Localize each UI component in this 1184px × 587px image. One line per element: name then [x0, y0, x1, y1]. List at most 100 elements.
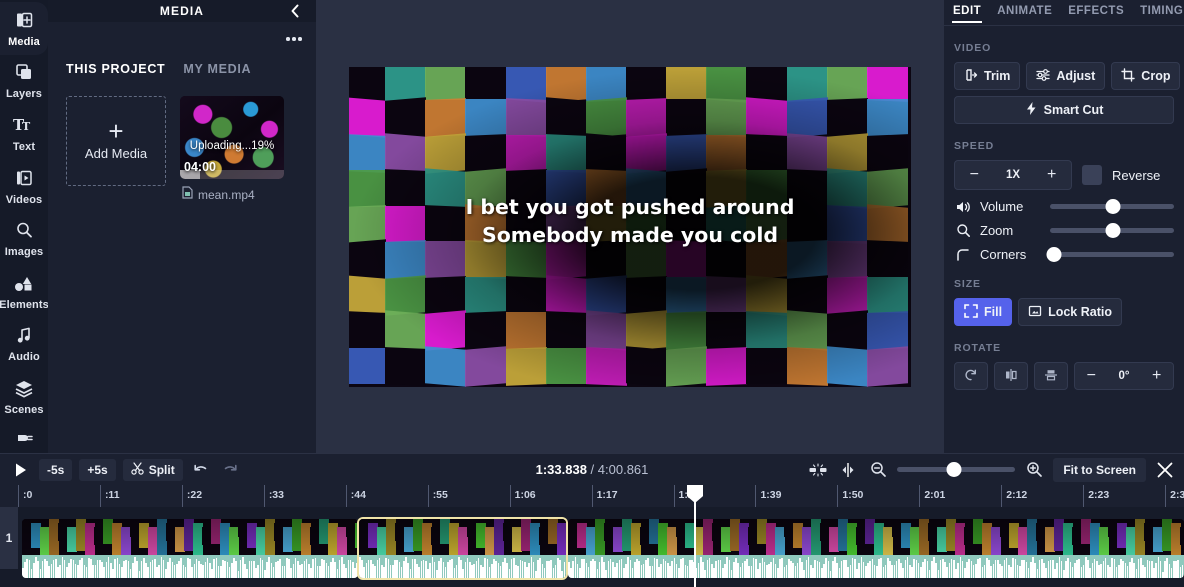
timeline-clip[interactable]: [22, 519, 358, 578]
sidebar-item-plugins[interactable]: [0, 423, 48, 453]
timeline-clip[interactable]: [359, 519, 566, 578]
clip-audio-strip: [22, 555, 358, 578]
sidebar-item-label: Media: [8, 35, 40, 48]
tab-timing[interactable]: TIMING: [1139, 0, 1184, 23]
corners-slider[interactable]: [1046, 247, 1174, 262]
tab-animate[interactable]: ANIMATE: [996, 0, 1053, 23]
volume-slider[interactable]: [1050, 199, 1174, 214]
sidebar-item-text[interactable]: TT Text: [0, 107, 48, 160]
crop-button[interactable]: Crop: [1111, 62, 1181, 90]
smart-cut-button[interactable]: Smart Cut: [954, 96, 1174, 124]
adjust-sliders-icon: [1036, 68, 1051, 85]
tab-this-project[interactable]: THIS PROJECT: [66, 62, 165, 76]
zoom-slider[interactable]: [1050, 223, 1174, 238]
back-5s-button[interactable]: -5s: [39, 458, 73, 481]
reverse-checkbox[interactable]: [1082, 165, 1102, 185]
adjust-button[interactable]: Adjust: [1026, 62, 1106, 90]
more-options-icon[interactable]: [284, 32, 304, 46]
sidebar-item-media[interactable]: Media: [0, 2, 48, 55]
zoom-label: Zoom: [980, 223, 1014, 238]
play-icon[interactable]: [10, 459, 32, 481]
fill-label: Fill: [984, 305, 1003, 319]
split-button[interactable]: Split: [122, 458, 183, 481]
snap-icon[interactable]: [807, 459, 829, 481]
total-time: 4:00.861: [597, 462, 649, 477]
speed-plus-button[interactable]: +: [1032, 166, 1071, 184]
rotate-section-label: ROTATE: [954, 342, 1002, 354]
tab-effects[interactable]: EFFECTS: [1067, 0, 1125, 23]
forward-5s-button[interactable]: +5s: [79, 458, 116, 481]
ruler-tick: :11: [99, 485, 120, 507]
size-row: Fill Lock Ratio: [944, 298, 1184, 326]
zoom-out-icon[interactable]: [867, 459, 889, 481]
tab-edit[interactable]: EDIT: [952, 0, 983, 23]
properties-tabs: EDIT ANIMATE EFFECTS TIMING: [944, 0, 1184, 26]
rotate-button[interactable]: [954, 362, 988, 390]
corners-slider-handle[interactable]: [1046, 247, 1062, 262]
media-panel: MEDIA THIS PROJECT MY MEDIA + Add Media …: [48, 0, 316, 453]
flip-horizontal-icon: [1004, 368, 1018, 385]
plug-icon: [13, 427, 35, 449]
corners-slider-row: Corners: [944, 238, 1184, 262]
time-separator: /: [586, 462, 598, 477]
speed-minus-button[interactable]: −: [955, 166, 994, 184]
audio-note-icon: [13, 324, 35, 346]
file-video-icon: [182, 186, 193, 204]
fit-to-screen-button[interactable]: Fit to Screen: [1053, 457, 1146, 482]
scissors-icon: [131, 461, 144, 478]
media-thumbnail[interactable]: Uploading...19% 04:00: [180, 96, 284, 179]
corners-label: Corners: [980, 247, 1027, 262]
video-preview[interactable]: I bet you got pushed around Somebody mad…: [349, 66, 911, 387]
timeline-ruler[interactable]: :0:11:22:33:44:55 1:06 1:17 1:28 1:39 1:50 2:0…: [0, 485, 1184, 507]
chevron-left-icon[interactable]: [286, 2, 304, 20]
smart-cut-label: Smart Cut: [1043, 103, 1104, 117]
speed-row: − 1X + Reverse: [944, 160, 1184, 190]
zoom-slider-row: Zoom: [944, 214, 1184, 238]
sidebar-item-images[interactable]: Images: [0, 212, 48, 265]
close-icon[interactable]: [1154, 459, 1176, 481]
clip-audio-strip: [359, 555, 566, 578]
magnifier-icon: [954, 223, 972, 238]
images-search-icon: [13, 219, 35, 241]
adjust-label: Adjust: [1056, 69, 1096, 83]
playhead[interactable]: [687, 485, 703, 587]
timeline-zoom-handle[interactable]: [946, 462, 962, 477]
sidebar-item-audio[interactable]: Audio: [0, 318, 48, 371]
sidebar-item-elements[interactable]: Elements: [0, 265, 48, 318]
volume-slider-row: Volume: [944, 190, 1184, 214]
add-media-button[interactable]: + Add Media: [66, 96, 166, 186]
lock-ratio-button[interactable]: Lock Ratio: [1018, 298, 1122, 326]
sidebar-item-videos[interactable]: Videos: [0, 160, 48, 213]
timeline-toolbar: -5s +5s Split 1:33.838 / 4:00.861 Fit to…: [0, 453, 1184, 485]
elements-icon: [13, 272, 35, 294]
fill-button[interactable]: Fill: [954, 298, 1013, 326]
trim-icon: [964, 68, 978, 85]
trim-button[interactable]: Trim: [954, 62, 1021, 90]
plus-icon: +: [108, 115, 124, 146]
rotate-value: 0°: [1118, 370, 1130, 382]
split-label: Split: [148, 462, 175, 477]
zoom-slider-handle[interactable]: [1105, 223, 1121, 238]
undo-icon[interactable]: [190, 459, 212, 481]
tab-my-media[interactable]: MY MEDIA: [183, 62, 251, 76]
current-time: 1:33.838: [535, 462, 587, 477]
ruler-tick: :22: [181, 485, 202, 507]
rotate-minus-button[interactable]: −: [1075, 367, 1108, 385]
ruler-tick: 1:17: [591, 485, 618, 507]
redo-icon[interactable]: [219, 459, 241, 481]
flip-vertical-button[interactable]: [1034, 362, 1068, 390]
timeline-clip[interactable]: [568, 519, 1184, 578]
add-media-label: Add Media: [84, 145, 148, 161]
media-panel-header: MEDIA: [48, 0, 316, 22]
rotate-plus-button[interactable]: +: [1140, 367, 1173, 385]
sidebar-item-layers[interactable]: Layers: [0, 55, 48, 108]
clip-video-strip: [359, 519, 566, 555]
timeline-zoom-slider[interactable]: [897, 462, 1016, 477]
volume-slider-handle[interactable]: [1105, 199, 1121, 214]
zoom-in-icon[interactable]: [1023, 459, 1045, 481]
sidebar-item-scenes[interactable]: Scenes: [0, 370, 48, 423]
media-asset-card[interactable]: Uploading...19% 04:00 mean.mp4: [180, 96, 284, 204]
split-at-playhead-icon[interactable]: [837, 459, 859, 481]
flip-horizontal-button[interactable]: [994, 362, 1028, 390]
clip-audio-strip: [568, 555, 1184, 578]
